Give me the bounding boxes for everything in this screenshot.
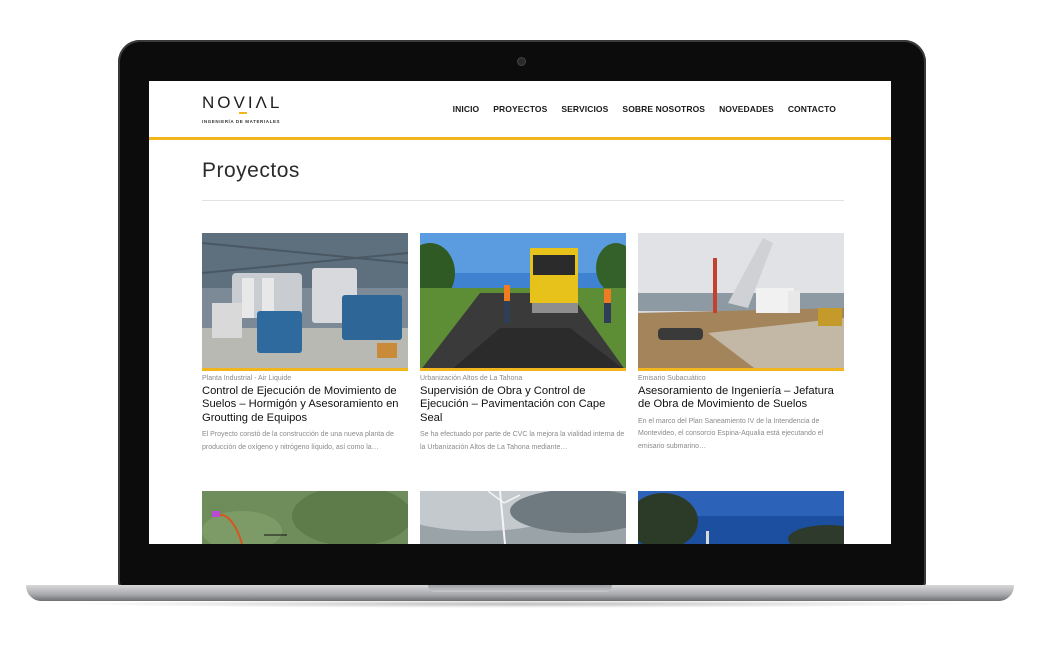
nav-item-inicio[interactable]: INICIO [453, 104, 480, 114]
project-category[interactable]: Planta Industrial - Air Liquide [202, 375, 408, 382]
project-excerpt: El Proyecto constó de la construcción de… [202, 431, 394, 451]
nav-item-proyectos[interactable]: PROYECTOS [493, 104, 547, 114]
image-accent-bar [420, 368, 626, 371]
wind-turbine-photo[interactable] [420, 491, 626, 544]
project-title[interactable]: Supervisión de Obra y Control de Ejecuci… [420, 385, 626, 425]
site-logo[interactable]: NOVIΛL [202, 93, 282, 113]
webcam [518, 58, 525, 65]
road-paving-photo[interactable] [420, 233, 626, 371]
logo-accent-bar [239, 112, 247, 114]
project-category[interactable]: Urbanización Altos de La Tahona [420, 375, 626, 382]
laptop-notch [428, 585, 612, 592]
image-accent-bar [202, 368, 408, 371]
project-excerpt: Se ha efectuado por parte de CVC la mejo… [420, 431, 625, 451]
nav-item-novedades[interactable]: NOVEDADES [719, 104, 774, 114]
project-title[interactable]: Asesoramiento de Ingeniería – Jefatura d… [638, 385, 844, 412]
laptop-screen: NOVIΛL INGENIERÍA DE MATERIALES INICIO P… [149, 81, 891, 544]
main-nav: INICIO PROYECTOS SERVICIOS SOBRE NOSOTRO… [453, 104, 836, 114]
industrial-plant-photo[interactable] [202, 233, 408, 371]
project-card[interactable]: Planta Industrial - Air Liquide Control … [202, 233, 408, 454]
nav-item-contacto[interactable]: CONTACTO [788, 104, 836, 114]
page-title: Proyectos [202, 159, 300, 182]
image-accent-bar [638, 368, 844, 371]
nav-item-servicios[interactable]: SERVICIOS [561, 104, 608, 114]
title-divider [202, 200, 844, 201]
trees-blue-sky-photo[interactable] [638, 491, 844, 544]
project-title[interactable]: Control de Ejecución de Movimiento de Su… [202, 385, 408, 425]
project-card[interactable]: Emisario Subacuático Asesoramiento de In… [638, 233, 844, 454]
site-header: NOVIΛL INGENIERÍA DE MATERIALES INICIO P… [149, 81, 891, 140]
logo-subtitle: INGENIERÍA DE MATERIALES [202, 119, 281, 124]
aerial-map-photo[interactable] [202, 491, 408, 544]
project-excerpt: En el marco del Plan Saneamiento IV de l… [638, 417, 824, 450]
dump-truck-coast-photo[interactable] [638, 233, 844, 371]
project-category[interactable]: Emisario Subacuático [638, 375, 844, 382]
laptop-shadow [60, 600, 980, 608]
nav-item-sobre-nosotros[interactable]: SOBRE NOSOTROS [622, 104, 705, 114]
project-card[interactable]: Urbanización Altos de La Tahona Supervis… [420, 233, 626, 454]
